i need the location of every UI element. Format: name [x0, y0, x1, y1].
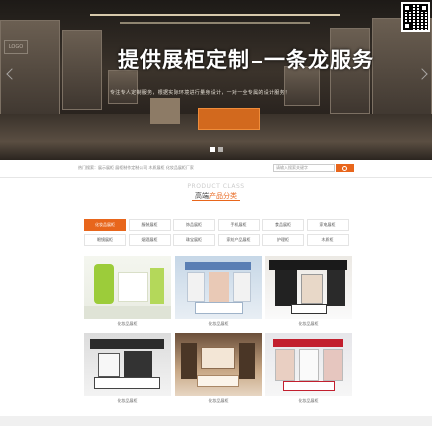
banner-title-highlight: 展柜定制 — [162, 47, 250, 72]
footer-strip — [0, 416, 432, 426]
product-image[interactable] — [175, 333, 262, 396]
category-tab[interactable]: 眼镜展柜 — [84, 234, 126, 246]
banner-ceiling-light — [90, 14, 340, 16]
product-caption[interactable]: 化妆品展柜 — [84, 321, 171, 327]
section-underline — [192, 200, 240, 201]
category-tab[interactable]: 珠宝展柜 — [173, 234, 215, 246]
banner-logo: LOGO — [4, 40, 28, 54]
carousel-dot[interactable] — [218, 147, 223, 152]
category-tab[interactable]: 化妆品展柜 — [84, 219, 126, 231]
product-image[interactable] — [84, 256, 171, 319]
section-title-en: PRODUCT CLASS — [187, 183, 245, 190]
product-caption[interactable]: 化妆品展柜 — [84, 398, 171, 404]
banner-shelf — [108, 70, 138, 104]
section-title-part: 高端 — [195, 192, 209, 200]
category-tab[interactable]: 服装展柜 — [128, 219, 171, 231]
qr-code-icon — [401, 2, 430, 32]
banner-subtitle: 专注专人定制服务，根据实际环境进行量身设计，一对一全专属的设计服务！ — [110, 90, 291, 96]
hot-search-text: 热门搜索：展示展柜 展柜制作定制公司 木质展柜 化妆品展柜厂家 — [78, 165, 194, 170]
banner-shelf — [62, 30, 102, 110]
banner-title-part: 一条龙服务 — [264, 47, 374, 72]
title-dash — [252, 60, 262, 63]
carousel-dots — [210, 147, 223, 152]
search-button[interactable] — [336, 164, 354, 172]
category-tab[interactable]: 烟酒展柜 — [128, 234, 171, 246]
banner-display-counter — [198, 108, 260, 130]
product-caption[interactable]: 化妆品展柜 — [265, 398, 352, 404]
product-card[interactable]: 化妆品展柜 — [175, 333, 262, 407]
product-card[interactable]: 化妆品展柜 — [84, 256, 171, 330]
hot-search-bar — [0, 160, 432, 178]
category-tab[interactable]: 家纺产品展柜 — [217, 234, 260, 246]
category-tab[interactable]: 食品展柜 — [262, 219, 304, 231]
banner-logo-text: LOGO — [8, 44, 24, 50]
product-image[interactable] — [84, 333, 171, 396]
banner-ceiling-light — [120, 22, 310, 24]
hero-banner[interactable]: LOGO 提供展柜定制 一条龙服务 专注专人定制服务，根据实际环境进行量身设计，一… — [0, 0, 432, 160]
product-card[interactable]: 化妆品展柜 — [265, 256, 352, 330]
product-card[interactable]: 化妆品展柜 — [175, 256, 262, 330]
product-image[interactable] — [265, 333, 352, 396]
product-image[interactable] — [175, 256, 262, 319]
banner-title: 提供展柜定制 一条龙服务 — [118, 44, 374, 74]
category-tab[interactable]: 饰品展柜 — [173, 219, 215, 231]
banner-display-counter — [150, 98, 180, 124]
category-tab[interactable]: 手机展柜 — [217, 219, 260, 231]
section-title-highlight: 产品分类 — [209, 192, 237, 200]
banner-title-part: 提供 — [118, 47, 162, 72]
product-card[interactable]: 化妆品展柜 — [84, 333, 171, 407]
category-tab[interactable]: 护理柜 — [262, 234, 304, 246]
product-caption[interactable]: 化妆品展柜 — [175, 321, 262, 327]
product-card[interactable]: 化妆品展柜 — [265, 333, 352, 407]
carousel-dot[interactable] — [210, 147, 215, 152]
search-input[interactable]: 请输入搜索关键字 — [273, 164, 335, 172]
product-caption[interactable]: 化妆品展柜 — [265, 321, 352, 327]
product-image[interactable] — [265, 256, 352, 319]
category-tab[interactable]: 家电展柜 — [306, 219, 349, 231]
category-tab[interactable]: 木质柜 — [306, 234, 349, 246]
product-caption[interactable]: 化妆品展柜 — [175, 398, 262, 404]
